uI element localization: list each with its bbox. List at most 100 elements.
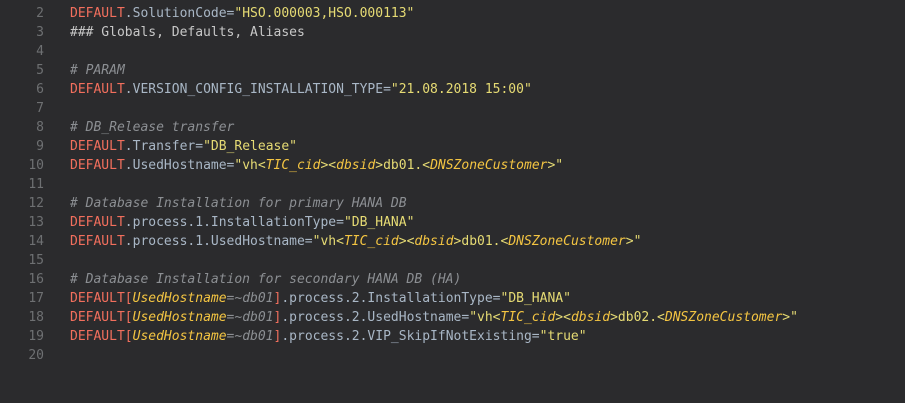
line-code: # DB_Release transfer	[70, 120, 234, 135]
code-token: dbsid	[336, 158, 376, 173]
code-line[interactable]: 2 DEFAULT .SolutionCode= "HSO.000003,HSO.00…	[0, 4, 905, 23]
line-code: DEFAULT[UsedHostname =~db01] .process.2.In…	[70, 291, 571, 306]
line-number: 13	[28, 215, 44, 230]
code-token: .SolutionCode=	[124, 6, 235, 21]
code-token: .process.1.UsedHostname=	[124, 234, 313, 249]
code-line[interactable]: 19 DEFAULT[UsedHostname =~db01] .process.2.…	[0, 327, 905, 346]
code-token: DEFAULT	[70, 158, 125, 173]
code-token: DEFAULT	[70, 6, 125, 21]
line-code: DEFAULT .process.1.InstallationType= "DB_H…	[70, 215, 414, 230]
code-token: >"	[625, 234, 642, 249]
code-line[interactable]: 9 DEFAULT .Transfer= "DB_Release"	[0, 137, 905, 156]
code-line[interactable]: 7	[0, 99, 905, 118]
code-token: [	[124, 310, 133, 325]
line-number: 12	[28, 196, 44, 211]
line-code: DEFAULT .VERSION_CONFIG_INSTALLATION_TYPE…	[70, 82, 532, 97]
code-line[interactable]: 15	[0, 251, 905, 270]
code-token: TIC_cid	[343, 234, 399, 249]
line-number: 11	[28, 177, 44, 192]
code-token: UsedHostname	[132, 329, 227, 344]
code-token: ### Globals, Defaults, Aliases	[70, 25, 305, 40]
code-token: "vh<	[312, 234, 344, 249]
code-line[interactable]: 11	[0, 175, 905, 194]
code-token: DEFAULT	[70, 329, 125, 344]
code-token: ><	[555, 310, 571, 325]
code-line[interactable]: 3 ### Globals, Defaults, Aliases	[0, 23, 905, 42]
code-token: DEFAULT	[70, 310, 125, 325]
code-line[interactable]: 5 # PARAM	[0, 61, 905, 80]
line-number: 18	[28, 310, 44, 325]
code-token: DEFAULT	[70, 291, 125, 306]
line-code: DEFAULT .process.1.UsedHostname= "vh< TIC_c…	[70, 234, 641, 249]
line-number: 19	[28, 329, 44, 344]
line-code: DEFAULT .SolutionCode= "HSO.000003,HSO.000…	[70, 6, 414, 21]
line-code: ### Globals, Defaults, Aliases	[70, 25, 305, 40]
code-token: DEFAULT	[70, 215, 125, 230]
line-code: # Database Installation for primary HANA…	[70, 196, 407, 211]
code-line[interactable]: 13 DEFAULT .process.1.InstallationType= "DB…	[0, 213, 905, 232]
line-number: 3	[36, 25, 44, 40]
code-token: UsedHostname	[132, 310, 227, 325]
code-token: # Database Installation for primary HANA…	[70, 196, 407, 211]
line-code: # PARAM	[70, 63, 125, 78]
code-token: dbsid	[570, 310, 611, 325]
code-token: .process.2.VIP_SkipIfNotExisting=	[281, 329, 540, 344]
code-token: ]	[273, 291, 282, 306]
line-code: DEFAULT .UsedHostname= "vh< TIC_cid >< dbsid >…	[70, 158, 563, 173]
code-token: .process.2.UsedHostname=	[281, 310, 470, 325]
line-number: 6	[36, 82, 44, 97]
code-line[interactable]: 8 # DB_Release transfer	[0, 118, 905, 137]
code-line[interactable]: 20	[0, 346, 905, 365]
code-token: DNSZoneCustomer	[664, 310, 783, 325]
code-token: DEFAULT	[70, 139, 125, 154]
code-token: "true"	[539, 329, 587, 344]
code-token: dbsid	[414, 234, 454, 249]
line-code: DEFAULT .Transfer= "DB_Release"	[70, 139, 297, 154]
code-token: # DB_Release transfer	[70, 120, 235, 135]
code-token: .process.2.InstallationType=	[281, 291, 501, 306]
code-token: .VERSION_CONFIG_INSTALLATION_TYPE=	[124, 82, 391, 97]
code-token: "DB_Release"	[203, 139, 297, 154]
code-token: ]	[273, 310, 282, 325]
code-line[interactable]: 14 DEFAULT .process.1.UsedHostname= "vh< TIC…	[0, 232, 905, 251]
line-number: 14	[28, 234, 44, 249]
line-number: 8	[36, 120, 44, 135]
line-code: DEFAULT[UsedHostname =~db01] .process.2.VI…	[70, 329, 587, 344]
code-token: =~db01	[226, 291, 274, 306]
code-token: >db01.<	[375, 158, 431, 173]
code-line[interactable]: 16 # Database Installation for secondary …	[0, 270, 905, 289]
line-code: # Database Installation for secondary HA…	[70, 272, 461, 287]
code-token: "vh<	[469, 310, 501, 325]
code-token: .Transfer=	[124, 139, 204, 154]
code-token: .UsedHostname=	[124, 158, 235, 173]
line-number: 10	[28, 158, 44, 173]
line-number: 9	[36, 139, 44, 154]
code-token: "21.08.2018 15:00"	[390, 82, 532, 97]
code-token: TIC_cid	[265, 158, 321, 173]
code-editor[interactable]: 2 DEFAULT .SolutionCode= "HSO.000003,HSO.00…	[0, 0, 905, 403]
code-line[interactable]: 4	[0, 42, 905, 61]
code-line[interactable]: 17 DEFAULT[UsedHostname =~db01] .process.2.…	[0, 289, 905, 308]
line-number: 17	[28, 291, 44, 306]
line-number: 15	[28, 253, 44, 268]
code-token: ><	[320, 158, 337, 173]
code-token: UsedHostname	[132, 291, 227, 306]
code-line[interactable]: 18 DEFAULT[UsedHostname =~db01] .process.2.…	[0, 308, 905, 327]
line-number: 7	[36, 101, 44, 116]
code-token: ]	[273, 329, 282, 344]
code-token: >db01.<	[453, 234, 509, 249]
line-number: 4	[36, 44, 44, 59]
code-token: >"	[547, 158, 564, 173]
code-token: >"	[782, 310, 798, 325]
code-token: # Database Installation for secondary HA…	[70, 272, 462, 287]
code-line[interactable]: 6 DEFAULT .VERSION_CONFIG_INSTALLATION_TYP…	[0, 80, 905, 99]
code-token: =~db01	[226, 329, 274, 344]
code-line[interactable]: 12 # Database Installation for primary HA…	[0, 194, 905, 213]
line-code: DEFAULT[UsedHostname =~db01] .process.2.Us…	[70, 310, 798, 325]
line-number: 2	[36, 6, 44, 21]
code-line[interactable]: 10 DEFAULT .UsedHostname= "vh< TIC_cid >< dbsi…	[0, 156, 905, 175]
code-token: TIC_cid	[500, 310, 556, 325]
code-token: [	[124, 291, 133, 306]
line-number: 5	[36, 63, 44, 78]
code-token: "DB_HANA"	[500, 291, 571, 306]
